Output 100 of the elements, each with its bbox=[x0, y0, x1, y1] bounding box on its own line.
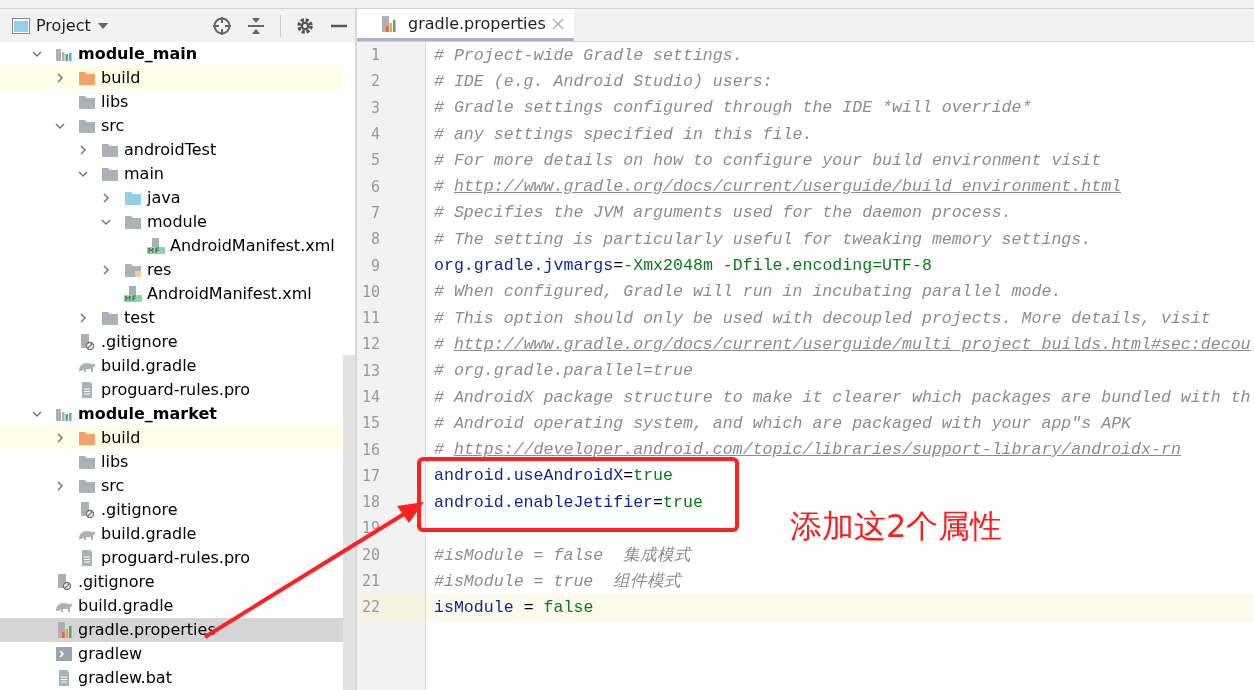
tree-item-label: build bbox=[101, 67, 141, 89]
folder-icon bbox=[78, 94, 96, 110]
annotation-text: 添加这2个属性 bbox=[790, 506, 1003, 547]
tree-item-label: module_market bbox=[78, 403, 217, 425]
editor-tab[interactable]: gradle.properties bbox=[357, 9, 574, 41]
properties-file-icon bbox=[379, 15, 397, 32]
tree-item-label: proguard-rules.pro bbox=[101, 379, 251, 401]
tree-item-label: res bbox=[147, 259, 172, 281]
tree-item-label: .gitignore bbox=[78, 571, 155, 593]
tree-item[interactable]: build bbox=[0, 66, 343, 90]
tree-item[interactable]: test bbox=[0, 306, 343, 330]
code-line: # Gradle settings configured through the IDE *will override* bbox=[433, 98, 1032, 118]
tree-item[interactable]: res bbox=[0, 258, 343, 282]
tree-item[interactable]: AndroidManifest.xml bbox=[0, 282, 343, 306]
tree-item-label: build.gradle bbox=[78, 595, 174, 617]
module-icon bbox=[55, 406, 73, 422]
tree-item[interactable]: proguard-rules.pro bbox=[0, 546, 343, 570]
tree-item[interactable]: AndroidManifest.xml bbox=[0, 234, 343, 258]
tree-item[interactable]: build bbox=[0, 426, 343, 450]
close-icon[interactable] bbox=[551, 17, 564, 30]
tree-item-label: java bbox=[147, 187, 181, 209]
tree-item[interactable]: build.gradle bbox=[0, 594, 343, 618]
folder-icon bbox=[101, 310, 119, 326]
folder-icon bbox=[78, 478, 96, 494]
line-number: 13 bbox=[357, 357, 426, 384]
tree-item[interactable]: libs bbox=[0, 90, 343, 114]
folder-icon bbox=[78, 430, 96, 446]
folder-icon bbox=[78, 118, 96, 134]
tree-item-label: gradle.properties bbox=[78, 619, 216, 641]
tree-item[interactable]: src bbox=[0, 114, 343, 138]
tree-item[interactable]: .gitignore bbox=[0, 498, 343, 522]
dropdown-caret-icon[interactable] bbox=[96, 21, 109, 30]
tree-item-label: gradlew bbox=[78, 643, 143, 665]
line-number: 8 bbox=[357, 226, 426, 253]
tree-item-label: libs bbox=[101, 451, 129, 473]
tree-item[interactable]: java bbox=[0, 186, 343, 210]
code-line: #isModule = false 集成模式 bbox=[433, 544, 692, 566]
tree-item[interactable]: main bbox=[0, 162, 343, 186]
properties-file-icon bbox=[55, 622, 73, 638]
line-number: 22 bbox=[357, 594, 426, 621]
tree-item-label: libs bbox=[101, 91, 129, 113]
tree-item[interactable]: gradle.properties bbox=[0, 618, 343, 642]
tree-item[interactable]: gradlew.bat bbox=[0, 666, 343, 690]
code-line: # any settings specified in this file. bbox=[433, 124, 813, 144]
tree-item[interactable]: module_market bbox=[0, 402, 343, 426]
manifest-file-icon bbox=[147, 238, 165, 254]
line-number: 15 bbox=[357, 410, 426, 437]
settings-icon[interactable] bbox=[295, 15, 315, 36]
line-number: 16 bbox=[357, 436, 426, 463]
tree-item[interactable]: proguard-rules.pro bbox=[0, 378, 343, 402]
manifest-file-icon bbox=[124, 286, 142, 302]
tree-item-label: build.gradle bbox=[101, 355, 197, 377]
code-line: # This option should only be used with decoupled projects. More details, visit bbox=[433, 308, 1211, 328]
tree-item[interactable]: libs bbox=[0, 450, 343, 474]
line-number: 14 bbox=[357, 383, 426, 411]
folder-icon bbox=[101, 166, 119, 182]
line-number: 20 bbox=[357, 541, 426, 568]
panel-title[interactable]: Project bbox=[36, 16, 91, 35]
code-line: # Project-wide Gradle settings. bbox=[433, 45, 743, 65]
line-number: 10 bbox=[357, 278, 426, 305]
line-number: 12 bbox=[357, 331, 426, 358]
tree-item[interactable]: src bbox=[0, 474, 343, 498]
code-line: # Android operating system, and which are packaged with your app"s APK bbox=[433, 413, 1132, 433]
tree-item[interactable]: .gitignore bbox=[0, 330, 343, 354]
tree-item[interactable]: .gitignore bbox=[0, 570, 343, 594]
folder-icon bbox=[124, 214, 142, 230]
line-number: 3 bbox=[357, 94, 426, 121]
line-number: 11 bbox=[357, 304, 426, 332]
collapse-all-icon[interactable] bbox=[246, 15, 266, 36]
code-line: # org.gradle.parallel=true bbox=[433, 361, 693, 381]
module-icon bbox=[55, 46, 73, 62]
code-line: # The setting is particularly useful for tweaking memory settings. bbox=[433, 229, 1092, 249]
tree-item[interactable]: gradlew bbox=[0, 642, 343, 666]
line-number: 5 bbox=[357, 147, 426, 174]
tree-item[interactable]: module bbox=[0, 210, 343, 234]
terminal-file-icon bbox=[55, 646, 73, 662]
tree-item-label: gradlew.bat bbox=[78, 667, 172, 689]
code-line: isModule = false bbox=[433, 597, 594, 617]
line-number: 7 bbox=[357, 199, 426, 227]
locate-icon[interactable] bbox=[212, 15, 232, 36]
code-line: # http://www.gradle.org/docs/current/userguide/multi_project_builds.html#sec:decou bbox=[433, 334, 1251, 354]
code-line: # For more details on how to configure your build environment visit bbox=[433, 150, 1102, 170]
tree-item-label: proguard-rules.pro bbox=[101, 547, 251, 569]
tree-item[interactable]: androidTest bbox=[0, 138, 343, 162]
line-number: 6 bbox=[357, 173, 426, 200]
code-line: org.gradle.jvmargs=-Xmx2048m -Dfile.encoding=UTF-8 bbox=[433, 256, 932, 275]
tree-item-label: AndroidManifest.xml bbox=[170, 235, 335, 257]
code-line: android.useAndroidX=true bbox=[433, 466, 673, 486]
code-line: android.enableJetifier=true bbox=[433, 492, 703, 512]
scrollbar-thumb[interactable] bbox=[343, 355, 355, 690]
line-number: 1 bbox=[357, 42, 426, 69]
line-number: 9 bbox=[357, 252, 426, 279]
tree-item[interactable]: module_main bbox=[0, 42, 343, 66]
folder-icon bbox=[101, 142, 119, 158]
tree-item[interactable]: build.gradle bbox=[0, 354, 343, 378]
folder-icon bbox=[78, 70, 96, 86]
code-line: #isModule = true 组件模式 bbox=[433, 571, 682, 593]
tree-item-label: test bbox=[124, 307, 155, 329]
code-line: # IDE (e.g. Android Studio) users: bbox=[433, 71, 773, 91]
tree-item[interactable]: build.gradle bbox=[0, 522, 343, 546]
